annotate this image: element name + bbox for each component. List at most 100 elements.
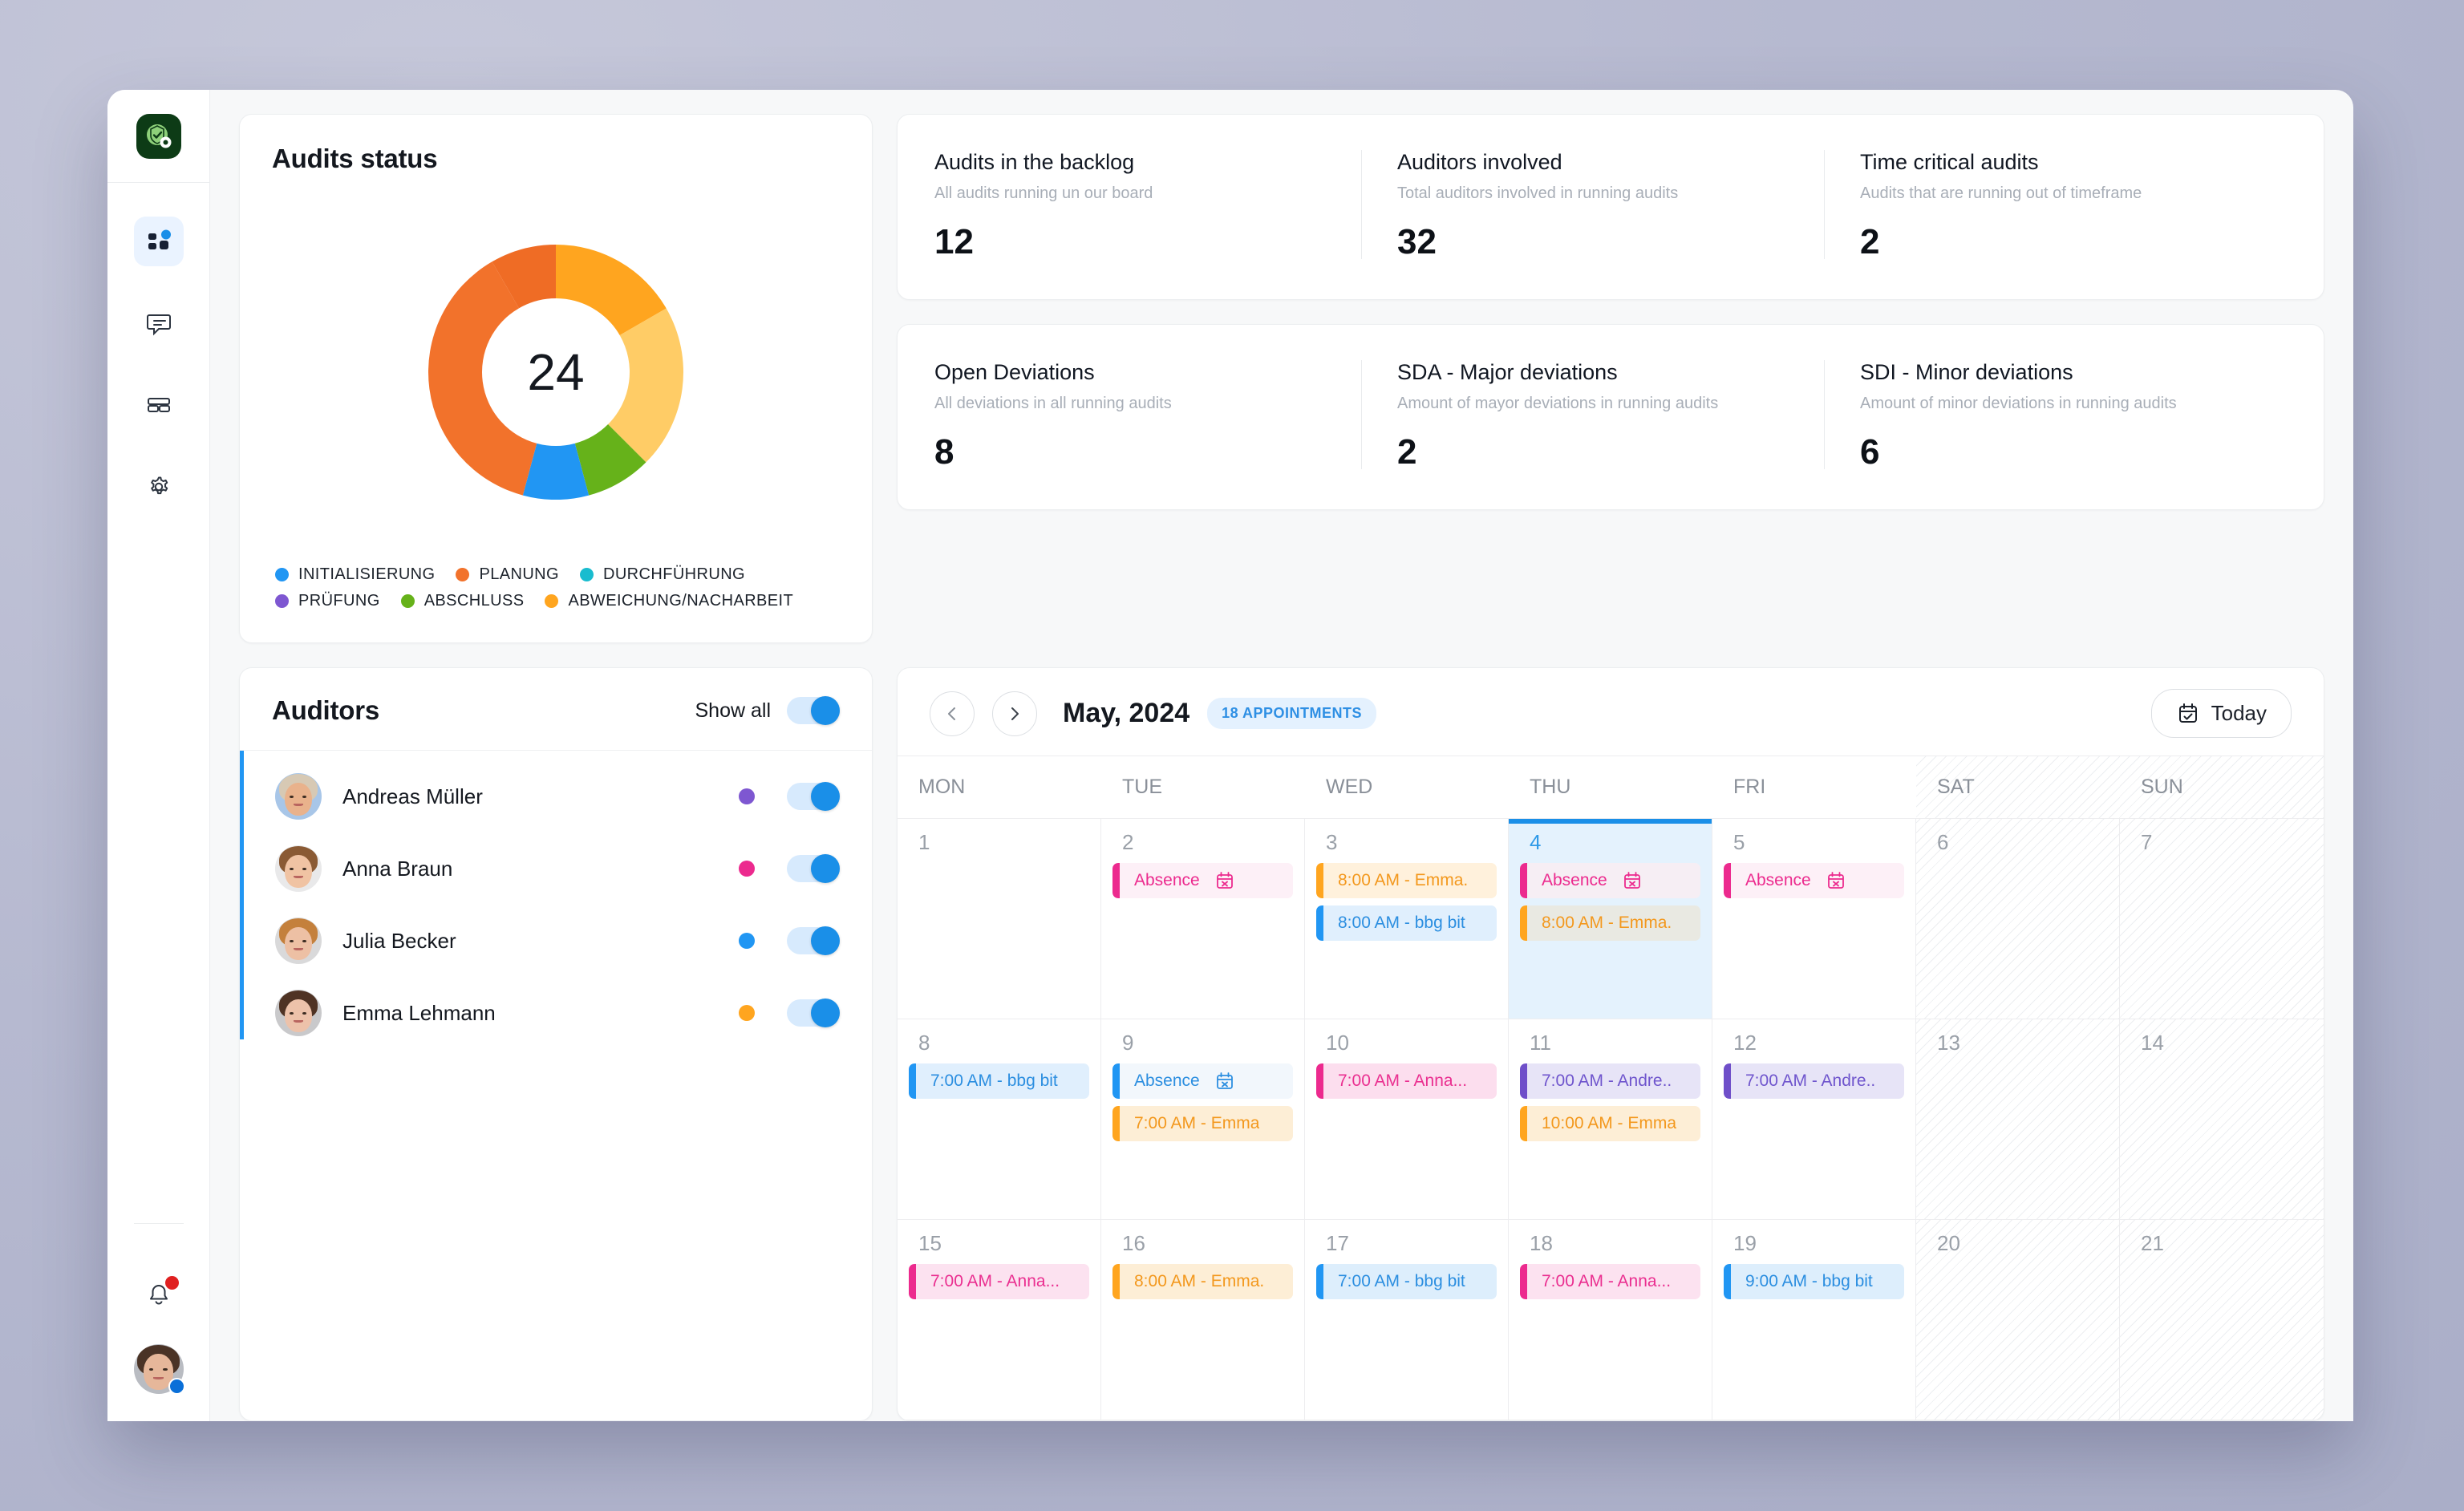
- show-all-control[interactable]: Show all: [695, 696, 840, 725]
- calendar-day-cell[interactable]: 11 7:00 AM - Andre.. 10:00 AM - Emma: [1509, 1019, 1712, 1219]
- calendar-day-number: 1: [918, 830, 930, 854]
- kpi-value: 2: [1860, 222, 1880, 261]
- legend-color-dot: [456, 568, 470, 581]
- auditors-list: Andreas Müller Anna Braun Julia Becker E…: [240, 751, 872, 1049]
- show-all-toggle[interactable]: [787, 696, 840, 725]
- calendar-day-names-row: MON TUE WED THU FRI SAT SUN: [898, 756, 2324, 819]
- profile-avatar-button[interactable]: [133, 1344, 185, 1395]
- calendar-event[interactable]: 7:00 AM - Anna...: [1520, 1264, 1700, 1299]
- calendar-day-cell[interactable]: 4 Absence 8:00 AM - Emma.: [1509, 819, 1712, 1019]
- calendar-day-cell[interactable]: 3 8:00 AM - Emma. 8:00 AM - bbg bit: [1305, 819, 1509, 1019]
- calendar-day-number: 15: [918, 1231, 942, 1255]
- calendar-day-cell[interactable]: 2 Absence: [1101, 819, 1305, 1019]
- calendar-day-cell[interactable]: 6: [1916, 819, 2120, 1019]
- kpi-subtitle: All audits running un our board: [934, 184, 1153, 202]
- list-item[interactable]: Anna Braun: [240, 832, 872, 905]
- calendar-event[interactable]: 7:00 AM - bbg bit: [909, 1063, 1089, 1099]
- notifications-button[interactable]: [140, 1276, 179, 1315]
- shield-check-eye-logo[interactable]: [136, 113, 181, 159]
- kpi-time-critical-audits: Time critical audits Audits that are run…: [1824, 150, 2287, 261]
- event-color-bar: [1112, 863, 1120, 898]
- event-color-bar: [1724, 1264, 1731, 1299]
- calendar-day-name: TUE: [1122, 776, 1162, 798]
- calendar-day-cell[interactable]: 16 8:00 AM - Emma.: [1101, 1220, 1305, 1420]
- calendar-absence-event[interactable]: Absence: [1520, 863, 1700, 898]
- list-item[interactable]: Emma Lehmann: [240, 977, 872, 1049]
- legend-label: INITIALISIERUNG: [298, 565, 436, 583]
- calendar-day-cell[interactable]: 8 7:00 AM - bbg bit: [898, 1019, 1101, 1219]
- calendar-event[interactable]: 8:00 AM - Emma.: [1520, 905, 1700, 941]
- calendar-day-name: FRI: [1733, 776, 1766, 798]
- calendar-absence-event[interactable]: Absence: [1112, 863, 1293, 898]
- calendar-day-cell[interactable]: 5 Absence: [1712, 819, 1916, 1019]
- calendar-day-cell[interactable]: 19 9:00 AM - bbg bit: [1712, 1220, 1916, 1420]
- calendar-event[interactable]: 10:00 AM - Emma: [1520, 1106, 1700, 1141]
- kpi-title: Audits in the backlog: [934, 150, 1135, 174]
- calendar-event[interactable]: 8:00 AM - bbg bit: [1316, 905, 1497, 941]
- calendar-day-number: 16: [1122, 1231, 1145, 1255]
- prev-month-button[interactable]: [930, 691, 975, 736]
- calendar-day-name: SAT: [1916, 756, 2120, 818]
- calendar-day-cell[interactable]: 14: [2120, 1019, 2324, 1219]
- calendar-panel: May, 2024 18 APPOINTMENTS Today MON TUE …: [897, 667, 2324, 1421]
- calendar-event[interactable]: 7:00 AM - Anna...: [909, 1264, 1089, 1299]
- legend-label: PRÜFUNG: [298, 592, 380, 610]
- kpi-subtitle: Amount of minor deviations in running au…: [1860, 395, 2177, 412]
- calendar-event[interactable]: 7:00 AM - bbg bit: [1316, 1264, 1497, 1299]
- top-row: Audits status 24 INITIALISIERUNG PLANUNG D…: [239, 114, 2324, 643]
- today-button[interactable]: Today: [2150, 689, 2292, 738]
- kpi-value: 2: [1397, 432, 1417, 472]
- auditor-visibility-toggle[interactable]: [787, 854, 840, 883]
- calendar-day-cell[interactable]: 12 7:00 AM - Andre..: [1712, 1019, 1916, 1219]
- list-item[interactable]: Julia Becker: [240, 905, 872, 977]
- event-color-bar: [1520, 863, 1527, 898]
- calendar-event[interactable]: 8:00 AM - Emma.: [1112, 1264, 1293, 1299]
- event-color-bar: [909, 1264, 916, 1299]
- donut-chart-wrapper: 24: [272, 179, 840, 565]
- calendar-day-cell[interactable]: 17 7:00 AM - bbg bit: [1305, 1220, 1509, 1420]
- calendar-day-cell[interactable]: 15 7:00 AM - Anna...: [898, 1220, 1101, 1420]
- legend-label: PLANUNG: [479, 565, 559, 583]
- legend-label: ABWEICHUNG/NACHARBEIT: [568, 592, 794, 610]
- calendar-day-cell[interactable]: 13: [1916, 1019, 2120, 1219]
- kpi-sda-major-deviations: SDA - Major deviations Amount of mayor d…: [1361, 360, 1824, 472]
- list-item[interactable]: Andreas Müller: [240, 760, 872, 832]
- kpi-value: 12: [934, 222, 974, 261]
- calendar-day-cell[interactable]: 10 7:00 AM - Anna...: [1305, 1019, 1509, 1219]
- calendar-day-cell[interactable]: 1: [898, 819, 1101, 1019]
- calendar-event[interactable]: 9:00 AM - bbg bit: [1724, 1264, 1904, 1299]
- sidebar-item-settings[interactable]: [134, 462, 184, 512]
- calendar-absence-event[interactable]: Absence: [1112, 1063, 1293, 1099]
- calendar-absence-event[interactable]: Absence: [1724, 863, 1904, 898]
- auditors-header: Auditors Show all: [240, 668, 872, 751]
- calendar-day-cell[interactable]: 21: [2120, 1220, 2324, 1420]
- kpi-subtitle: Audits that are running out of timeframe: [1860, 184, 2142, 202]
- calendar-event[interactable]: 7:00 AM - Anna...: [1316, 1063, 1497, 1099]
- auditor-visibility-toggle[interactable]: [787, 926, 840, 955]
- sidebar-item-messages[interactable]: [134, 298, 184, 348]
- absence-calendar-x-icon: [1214, 870, 1235, 891]
- auditor-visibility-toggle[interactable]: [787, 782, 840, 811]
- calendar-day-cell[interactable]: 7: [2120, 819, 2324, 1019]
- auditors-title: Auditors: [272, 695, 380, 725]
- dashboard-grid-icon: [148, 229, 171, 249]
- calendar-event[interactable]: 7:00 AM - Emma: [1112, 1106, 1293, 1141]
- event-color-bar: [1112, 1106, 1120, 1141]
- calendar-week-row: 1 2 Absence 3 8:00 AM - Emma. 8:00 AM - bbg …: [898, 819, 2324, 1019]
- calendar-day-cell[interactable]: 18 7:00 AM - Anna...: [1509, 1220, 1712, 1420]
- next-month-button[interactable]: [992, 691, 1037, 736]
- sidebar-item-dashboard[interactable]: [133, 217, 184, 266]
- online-status-dot: [168, 1378, 185, 1395]
- kpi-card-row2: Open Deviations All deviations in all ru…: [897, 324, 2324, 510]
- calendar-event[interactable]: 8:00 AM - Emma.: [1316, 863, 1497, 898]
- auditor-visibility-toggle[interactable]: [787, 999, 840, 1027]
- calendar-event[interactable]: 7:00 AM - Andre..: [1724, 1063, 1904, 1099]
- calendar-day-cell[interactable]: 9 Absence 7:00 AM - Emma: [1101, 1019, 1305, 1219]
- event-label: Absence: [1542, 871, 1607, 889]
- kpi-subtitle: All deviations in all running audits: [934, 395, 1172, 412]
- sidebar-item-boards[interactable]: [134, 380, 184, 430]
- calendar-event[interactable]: 7:00 AM - Andre..: [1520, 1063, 1700, 1099]
- chevron-right-icon: [1011, 707, 1019, 720]
- absence-calendar-x-icon: [1826, 870, 1846, 891]
- calendar-day-cell[interactable]: 20: [1916, 1220, 2120, 1420]
